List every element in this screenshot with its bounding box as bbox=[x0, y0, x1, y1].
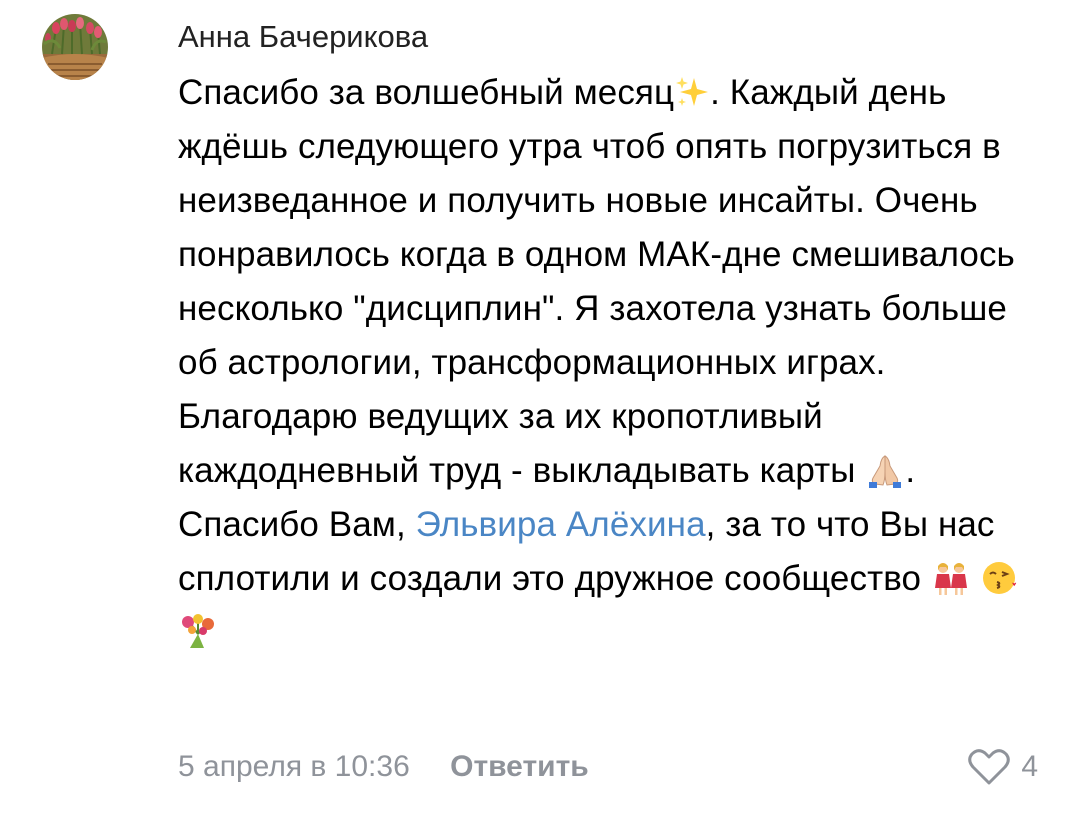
comment-body: Анна Бачерикова Спасибо за волшебный мес… bbox=[178, 14, 1048, 660]
kiss-face-icon bbox=[981, 560, 1021, 596]
likes-count: 4 bbox=[1021, 750, 1038, 783]
comment-text: Спасибо за волшебный месяц. Каждый день … bbox=[178, 66, 1048, 660]
comment: Анна Бачерикова Спасибо за волшебный мес… bbox=[0, 0, 1080, 824]
folded-hands-icon bbox=[865, 452, 905, 488]
bouquet-icon bbox=[178, 614, 218, 650]
author-avatar[interactable] bbox=[42, 14, 108, 80]
two-women-icon bbox=[931, 560, 971, 596]
comment-footer: 5 апреля в 10:36 Ответить 4 bbox=[178, 742, 1048, 792]
comment-text-part: Спасибо за волшебный месяц bbox=[178, 73, 675, 112]
reply-button[interactable]: Ответить bbox=[450, 742, 589, 792]
sparkles-icon bbox=[674, 74, 710, 110]
comment-text-part: . Каждый день ждёшь следующего утра чтоб… bbox=[178, 73, 1015, 490]
tulips-avatar-icon bbox=[42, 14, 108, 80]
author-name[interactable]: Анна Бачерикова bbox=[178, 14, 1048, 60]
user-mention-link[interactable]: Эльвира Алёхина bbox=[416, 505, 706, 544]
like-button[interactable]: 4 bbox=[967, 742, 1038, 792]
heart-outline-icon bbox=[968, 749, 1011, 785]
comment-date: 5 апреля в 10:36 bbox=[178, 750, 410, 783]
